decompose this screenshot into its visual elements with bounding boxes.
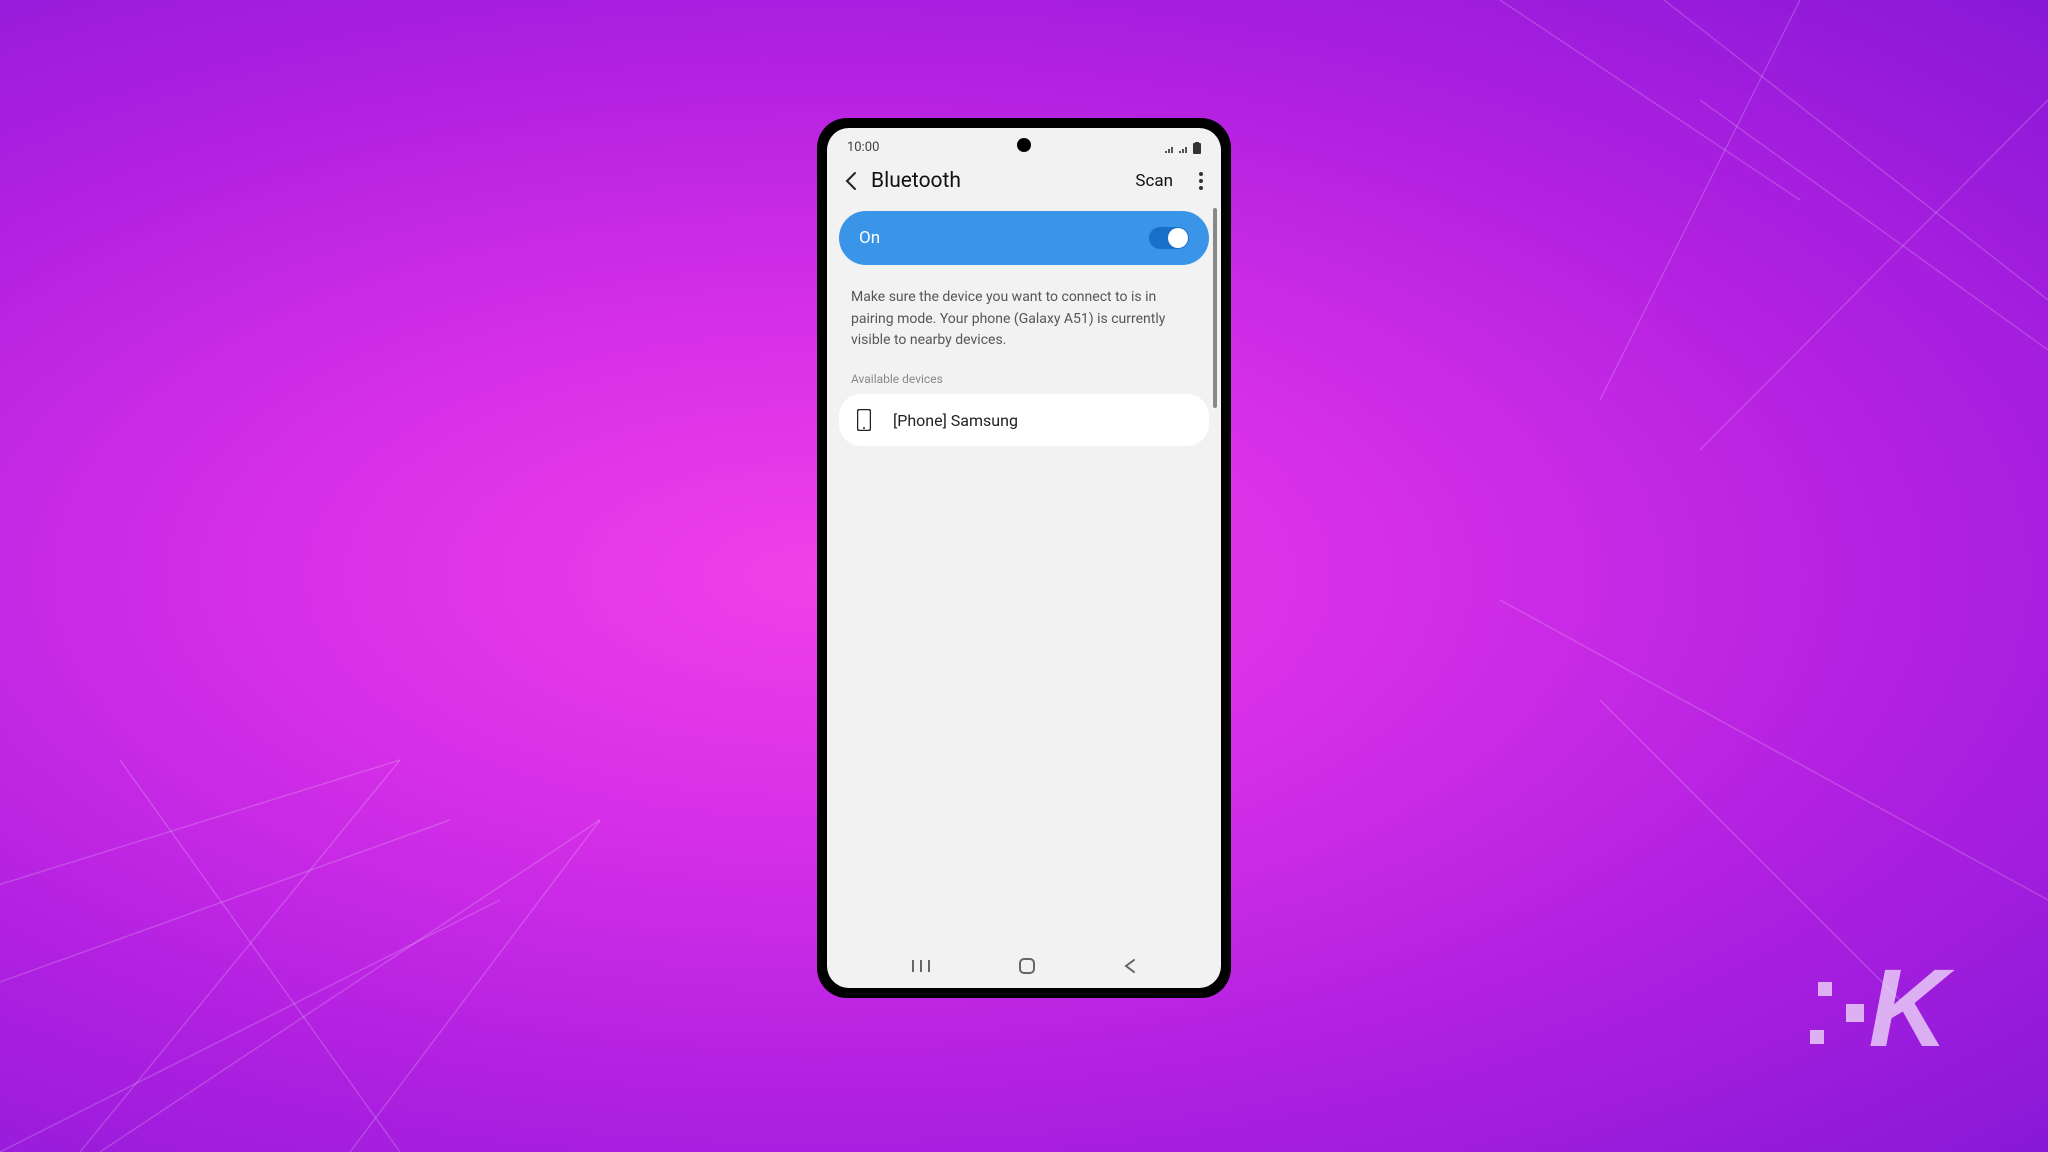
- camera-notch: [1017, 138, 1031, 152]
- phone-icon: [857, 409, 871, 431]
- status-icons: [1165, 142, 1201, 154]
- recent-icon: [912, 959, 930, 973]
- page-title: Bluetooth: [871, 169, 1121, 193]
- battery-icon: [1193, 142, 1201, 154]
- navigation-bar: [827, 950, 1221, 982]
- back-nav-icon: [1124, 958, 1136, 974]
- more-icon: [1199, 172, 1203, 190]
- signal-icon-2: [1179, 143, 1189, 153]
- more-button[interactable]: [1199, 172, 1203, 190]
- back-button[interactable]: [845, 171, 857, 191]
- toggle-knob: [1168, 228, 1188, 248]
- bluetooth-toggle-card[interactable]: On: [839, 211, 1209, 265]
- header-row: Bluetooth Scan: [827, 159, 1221, 207]
- device-name: [Phone] Samsung: [893, 411, 1018, 430]
- home-icon: [1019, 958, 1035, 974]
- scan-button[interactable]: Scan: [1135, 171, 1173, 191]
- recent-apps-button[interactable]: [912, 959, 930, 973]
- status-time: 10:00: [847, 140, 879, 155]
- back-icon: [845, 171, 857, 191]
- device-item-samsung[interactable]: [Phone] Samsung: [839, 394, 1209, 446]
- logo-k: K: [1869, 945, 1948, 1072]
- info-text: Make sure the device you want to connect…: [827, 269, 1221, 364]
- scrollbar[interactable]: [1213, 208, 1217, 408]
- signal-icon: [1165, 143, 1175, 153]
- toggle-label: On: [859, 228, 880, 248]
- home-button[interactable]: [1019, 958, 1035, 974]
- toggle-switch[interactable]: [1149, 227, 1189, 249]
- available-devices-label: Available devices: [827, 364, 1221, 392]
- nav-back-button[interactable]: [1124, 958, 1136, 974]
- phone-frame: 10:00 Bluetooth Scan On Make sure the de: [817, 118, 1231, 998]
- phone-screen: 10:00 Bluetooth Scan On Make sure the de: [827, 128, 1221, 988]
